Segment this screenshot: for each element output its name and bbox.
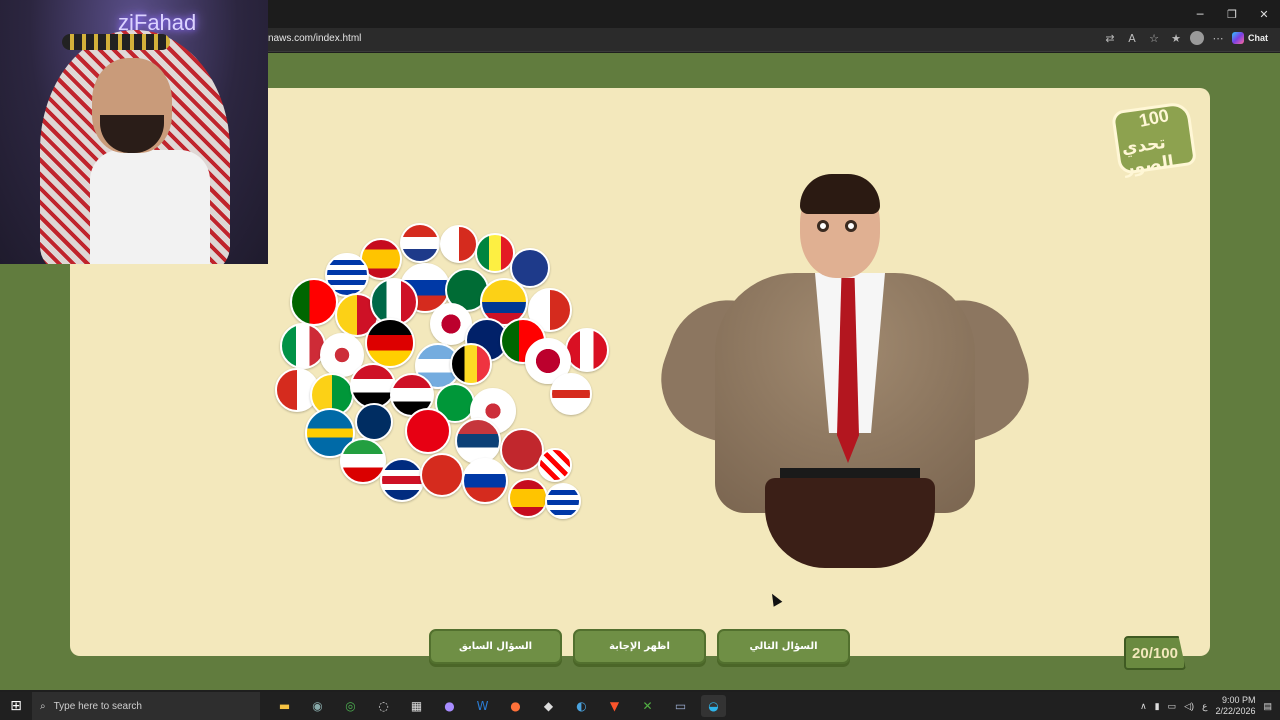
language-indicator[interactable]: ع — [1202, 701, 1207, 712]
microphone-icon[interactable]: ▮ — [1155, 701, 1160, 712]
app-13-icon[interactable]: ▭ — [668, 695, 693, 717]
character-right-eye — [845, 220, 857, 232]
flag-germany — [365, 318, 415, 368]
app-9-icon[interactable]: ◆ — [536, 695, 561, 717]
flag-senegal — [475, 233, 515, 273]
close-button[interactable]: ✕ — [1248, 0, 1280, 28]
copilot-icon — [1232, 32, 1244, 44]
flag-serbia — [455, 418, 501, 464]
flag-tunisia — [405, 408, 451, 454]
webcam-overlay: ziFahad — [0, 0, 268, 264]
question-counter: 20/100 — [1124, 636, 1186, 670]
app-4-icon[interactable]: ◌ — [371, 695, 396, 717]
logo-text: تحدي الصور — [1120, 132, 1176, 179]
flag-costa-rica — [380, 458, 424, 502]
clock-date: 2/22/2026 — [1215, 706, 1256, 716]
flag-belgium-2 — [450, 343, 492, 385]
windows-taskbar: ⊞ ⌕ Type here to search ▬ ◉ ◎ ◌ ▦ ● W ● … — [0, 692, 1280, 720]
next-question-button[interactable]: السؤال التالي — [717, 629, 850, 664]
search-placeholder: Type here to search — [53, 700, 142, 712]
character-image — [644, 174, 1046, 568]
character-hair — [800, 174, 880, 214]
word-icon[interactable]: W — [470, 695, 495, 717]
brave-icon[interactable]: ▼ — [602, 695, 627, 717]
flag-russia-2 — [462, 458, 508, 504]
edge-icon[interactable]: ◒ — [701, 695, 726, 717]
flag-peru — [565, 328, 609, 372]
streamer-agal — [62, 34, 170, 50]
chat-button[interactable]: Chat — [1232, 32, 1268, 44]
address-bar-icons: ⇄ A ☆ ★ ⋯ Chat — [1102, 31, 1268, 45]
previous-question-button[interactable]: السؤال السابق — [429, 629, 562, 664]
flag-spain-2 — [508, 478, 548, 518]
window-controls: ─ ❐ ✕ — [1184, 0, 1280, 28]
app-2-icon[interactable]: ◉ — [305, 695, 330, 717]
game-logo: 100 تحدي الصور — [1110, 100, 1198, 179]
flag-croatia — [400, 223, 440, 263]
read-aloud-icon[interactable]: A — [1124, 32, 1140, 45]
translate-icon[interactable]: ⇄ — [1102, 32, 1118, 45]
windows-start-icon[interactable]: ⊞ — [0, 692, 32, 720]
flag-croatia-2 — [538, 448, 572, 482]
search-icon: ⌕ — [40, 700, 46, 712]
flag-portugal — [290, 278, 338, 326]
steam-icon[interactable]: ◐ — [569, 695, 594, 717]
flag-uruguay-2 — [545, 483, 581, 519]
network-icon[interactable]: ▭ — [1168, 701, 1177, 712]
store-icon[interactable]: ▦ — [404, 695, 429, 717]
xbox-icon[interactable]: ✕ — [635, 695, 660, 717]
firefox-icon[interactable]: ● — [503, 695, 528, 717]
tray-expand-icon[interactable]: ∧ — [1140, 701, 1147, 712]
minimize-button[interactable]: ─ — [1184, 0, 1216, 28]
chrome-icon[interactable]: ◎ — [338, 695, 363, 717]
character-left-eye — [817, 220, 829, 232]
flag-panama — [440, 225, 478, 263]
taskbar-apps: ▬ ◉ ◎ ◌ ▦ ● W ● ◆ ◐ ▼ ✕ ▭ ◒ — [272, 695, 726, 717]
clock-time: 9:00 PM — [1221, 695, 1256, 705]
show-answer-button[interactable]: اظهر الإجابة — [573, 629, 706, 664]
url-text[interactable]: naws.com/index.html — [268, 33, 361, 44]
clock[interactable]: 9:00 PM 2/22/2026 — [1215, 695, 1255, 717]
favorite-star-icon[interactable]: ☆ — [1146, 32, 1162, 45]
restore-button[interactable]: ❐ — [1216, 0, 1248, 28]
streamer-thobe — [90, 150, 210, 264]
system-tray: ∧ ▮ ▭ ◁) ع 9:00 PM 2/22/2026 ▤ — [1140, 692, 1272, 720]
flag-italy — [280, 323, 326, 369]
profile-avatar[interactable] — [1190, 31, 1204, 45]
app-6-icon[interactable]: ● — [437, 695, 462, 717]
file-explorer-icon[interactable]: ▬ — [272, 695, 297, 717]
flag-switzerland — [420, 453, 464, 497]
flags-cloud-image — [275, 223, 620, 523]
favorites-icon[interactable]: ★ — [1168, 32, 1184, 45]
flag-usa — [355, 403, 393, 441]
character-pants — [765, 478, 935, 568]
volume-icon[interactable]: ◁) — [1184, 701, 1194, 712]
more-menu-icon[interactable]: ⋯ — [1210, 32, 1226, 45]
flag-england-2 — [550, 373, 592, 415]
chat-label: Chat — [1248, 33, 1268, 43]
notification-icon[interactable]: ▤ — [1263, 701, 1272, 712]
taskbar-search[interactable]: ⌕ Type here to search — [32, 692, 260, 720]
